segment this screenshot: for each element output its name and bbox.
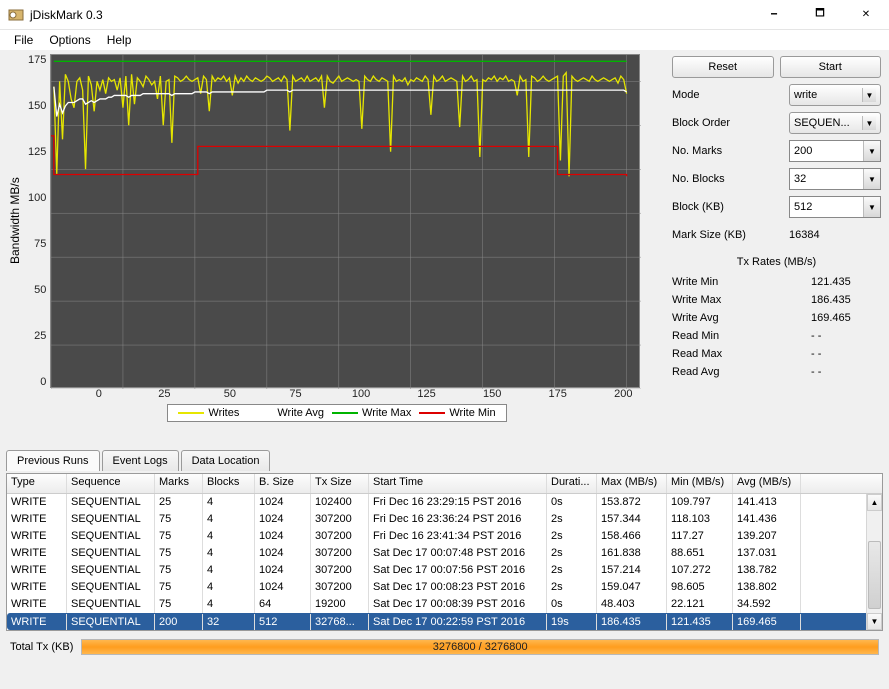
chart-yticks: 1751501251007550250 <box>24 54 50 388</box>
scroll-down-icon[interactable]: ▼ <box>867 613 882 630</box>
dropdown-icon: ▼ <box>863 169 880 189</box>
footer: Total Tx (KB) 3276800 / 3276800 <box>0 631 889 663</box>
dropdown-icon: ▼ <box>862 116 876 130</box>
marksize-label: Mark Size (KB) <box>672 229 789 241</box>
titlebar: jDiskMark 0.3 🗕 🗖 ✕ <box>0 0 889 30</box>
chart-ylabel: Bandwidth MB/s <box>6 54 24 388</box>
legend-item: Writes <box>178 407 239 419</box>
chart-xticks: 0255075100125150175200 <box>66 388 656 400</box>
menu-file[interactable]: File <box>6 31 41 49</box>
table-col-header[interactable]: Type <box>7 474 67 493</box>
table-row[interactable]: WRITESEQUENTIAL7541024307200Sat Dec 17 0… <box>7 545 882 562</box>
maximize-button[interactable]: 🗖 <box>797 0 843 30</box>
chart-legend: Writes Write Avg Write Max Write Min <box>167 404 506 422</box>
nomarks-input[interactable]: 200▼ <box>789 140 881 162</box>
table-col-header[interactable]: Sequence <box>67 474 155 493</box>
close-button[interactable]: ✕ <box>843 0 889 30</box>
menu-help[interactable]: Help <box>99 31 140 49</box>
stat-row: Read Max- - <box>672 348 881 366</box>
legend-item: Write Avg <box>247 407 324 419</box>
minimize-button[interactable]: 🗕 <box>751 0 797 30</box>
menubar: File Options Help <box>0 30 889 50</box>
runs-table: TypeSequenceMarksBlocksB. SizeTx SizeSta… <box>6 473 883 631</box>
tab-event-logs[interactable]: Event Logs <box>102 450 179 471</box>
blockkb-label: Block (KB) <box>672 201 789 213</box>
progress-text: 3276800 / 3276800 <box>82 640 878 654</box>
menu-options[interactable]: Options <box>41 31 98 49</box>
tab-data-location[interactable]: Data Location <box>181 450 271 471</box>
chart-plot <box>50 54 640 388</box>
legend-item: Write Min <box>419 407 495 419</box>
noblocks-label: No. Blocks <box>672 173 789 185</box>
table-row[interactable]: WRITESEQUENTIAL7541024307200Fri Dec 16 2… <box>7 528 882 545</box>
blockorder-label: Block Order <box>672 117 789 129</box>
table-col-header[interactable]: Marks <box>155 474 203 493</box>
table-col-header[interactable]: Blocks <box>203 474 255 493</box>
dropdown-icon: ▼ <box>863 141 880 161</box>
noblocks-input[interactable]: 32▼ <box>789 168 881 190</box>
progress-bar: 3276800 / 3276800 <box>81 639 879 655</box>
stat-row: Write Avg169.465 <box>672 312 881 330</box>
table-row[interactable]: WRITESEQUENTIAL7541024307200Fri Dec 16 2… <box>7 511 882 528</box>
tab-previous-runs[interactable]: Previous Runs <box>6 450 100 471</box>
table-body: WRITESEQUENTIAL2541024102400Fri Dec 16 2… <box>7 494 882 630</box>
dropdown-icon: ▼ <box>862 88 876 102</box>
marksize-value: 16384 <box>789 229 881 241</box>
chart-panel: Bandwidth MB/s 1751501251007550250 02550… <box>0 50 668 446</box>
table-scrollbar[interactable]: ▲ ▼ <box>866 494 882 630</box>
table-col-header[interactable]: Tx Size <box>311 474 369 493</box>
scroll-thumb[interactable] <box>868 541 881 609</box>
table-col-header[interactable]: Min (MB/s) <box>667 474 733 493</box>
blockorder-select[interactable]: SEQUEN...▼ <box>789 112 881 134</box>
app-icon <box>8 7 24 23</box>
txrates-heading: Tx Rates (MB/s) <box>672 256 881 268</box>
table-col-header[interactable]: B. Size <box>255 474 311 493</box>
stat-row: Write Min121.435 <box>672 276 881 294</box>
scroll-up-icon[interactable]: ▲ <box>867 494 882 511</box>
legend-item: Write Max <box>332 407 411 419</box>
stat-row: Write Max186.435 <box>672 294 881 312</box>
nomarks-label: No. Marks <box>672 145 789 157</box>
table-row[interactable]: WRITESEQUENTIAL2003251232768...Sat Dec 1… <box>7 613 882 630</box>
table-col-header[interactable]: Avg (MB/s) <box>733 474 801 493</box>
dropdown-icon: ▼ <box>863 197 880 217</box>
table-row[interactable]: WRITESEQUENTIAL7541024307200Sat Dec 17 0… <box>7 579 882 596</box>
start-button[interactable]: Start <box>780 56 882 78</box>
table-col-header[interactable]: Start Time <box>369 474 547 493</box>
tabs: Previous Runs Event Logs Data Location <box>0 446 889 471</box>
reset-button[interactable]: Reset <box>672 56 774 78</box>
table-col-header[interactable]: Durati... <box>547 474 597 493</box>
stat-row: Read Avg- - <box>672 366 881 384</box>
window-title: jDiskMark 0.3 <box>30 8 751 22</box>
table-header: TypeSequenceMarksBlocksB. SizeTx SizeSta… <box>7 474 882 494</box>
blockkb-input[interactable]: 512▼ <box>789 196 881 218</box>
mode-select[interactable]: write▼ <box>789 84 881 106</box>
mode-label: Mode <box>672 89 789 101</box>
table-row[interactable]: WRITESEQUENTIAL2541024102400Fri Dec 16 2… <box>7 494 882 511</box>
table-col-header[interactable]: Max (MB/s) <box>597 474 667 493</box>
stat-row: Read Min- - <box>672 330 881 348</box>
table-row[interactable]: WRITESEQUENTIAL7546419200Sat Dec 17 00:0… <box>7 596 882 613</box>
footer-label: Total Tx (KB) <box>10 641 73 653</box>
side-panel: Reset Start Modewrite▼ Block OrderSEQUEN… <box>668 50 889 446</box>
table-row[interactable]: WRITESEQUENTIAL7541024307200Sat Dec 17 0… <box>7 562 882 579</box>
